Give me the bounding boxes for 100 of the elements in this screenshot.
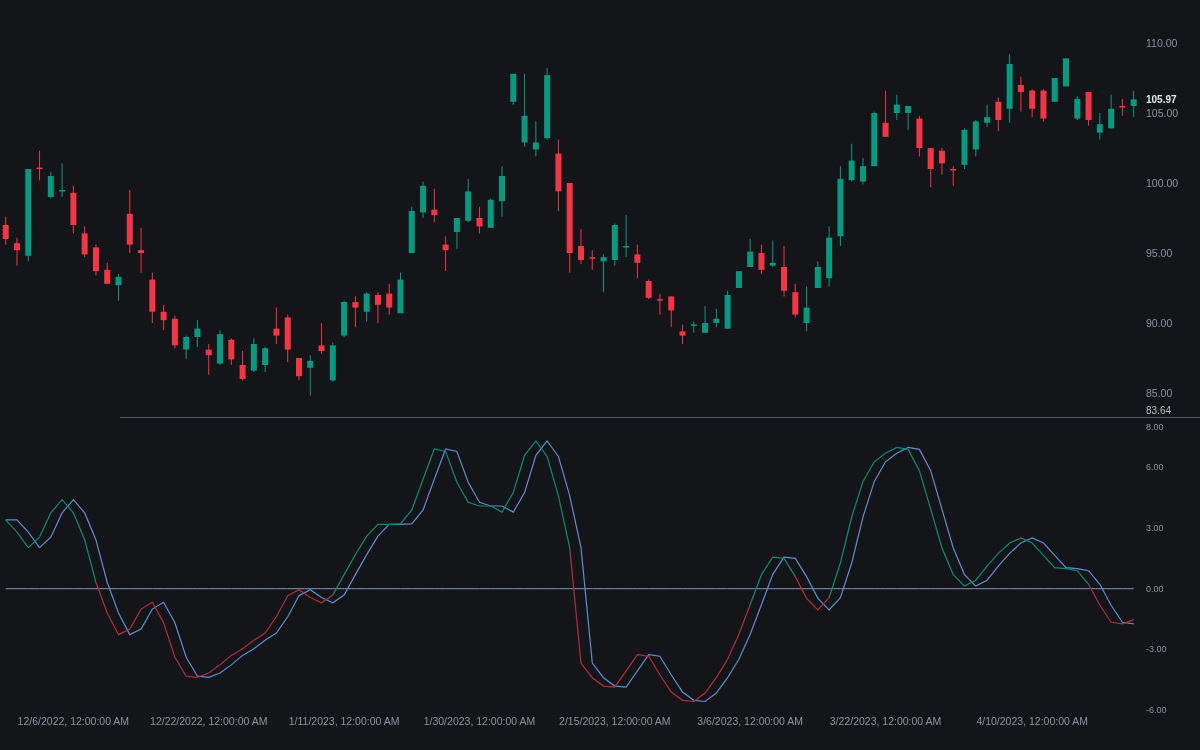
axis-tick-label: 8.00 xyxy=(1146,422,1164,432)
axis-tick-label: 0.00 xyxy=(1146,583,1164,594)
candle xyxy=(916,115,923,157)
candle xyxy=(487,197,494,229)
axis-tick-label: 3.00 xyxy=(1146,523,1164,534)
candle xyxy=(14,237,20,267)
candle xyxy=(138,227,145,274)
candle xyxy=(769,239,776,268)
candle xyxy=(893,94,900,121)
candle xyxy=(758,244,765,275)
candle xyxy=(532,120,539,157)
candle xyxy=(431,188,438,223)
candle xyxy=(183,335,190,360)
candle xyxy=(927,147,934,188)
candle xyxy=(352,295,359,328)
candle xyxy=(826,225,833,288)
candle xyxy=(194,319,201,348)
candle xyxy=(623,214,630,258)
candle xyxy=(1130,90,1137,118)
candle xyxy=(995,97,1002,132)
candle xyxy=(205,343,212,376)
candle xyxy=(713,308,720,328)
candle xyxy=(1017,76,1024,113)
candle xyxy=(1051,77,1058,103)
candle xyxy=(92,244,99,276)
candle xyxy=(905,105,912,131)
axis-tick-label: 100.00 xyxy=(1146,177,1179,189)
axis-tick-label: 1/11/2023, 12:00:00 AM xyxy=(288,715,400,727)
candle xyxy=(307,354,314,397)
axis-tick-label: 95.00 xyxy=(1146,247,1173,259)
candle xyxy=(442,235,449,272)
axis-tick-label: 110.00 xyxy=(1146,37,1178,49)
candle xyxy=(1074,95,1081,121)
last-price-label: 105.97 xyxy=(1146,94,1177,106)
axis-tick-label: 4/10/2023, 12:00:00 AM xyxy=(976,715,1088,727)
candle xyxy=(972,119,979,157)
candle xyxy=(104,262,111,285)
axis-tick-label: 85.00 xyxy=(1146,387,1173,399)
candle xyxy=(171,315,178,349)
candle xyxy=(860,157,866,185)
axis-tick-label: 90.00 xyxy=(1146,317,1173,329)
axis-tick-label: 3/22/2023, 12:00:00 AM xyxy=(829,715,942,727)
candle xyxy=(47,171,54,199)
candle xyxy=(36,150,43,181)
candle xyxy=(397,272,404,314)
candle xyxy=(984,104,991,128)
candle xyxy=(81,225,88,258)
candle xyxy=(228,337,235,366)
axis-tick-label: -6.00 xyxy=(1146,705,1167,715)
candle xyxy=(250,337,257,373)
candle xyxy=(115,273,122,302)
candle xyxy=(329,342,336,383)
candle xyxy=(589,249,596,271)
candle xyxy=(848,143,855,183)
candle xyxy=(217,329,223,366)
candle xyxy=(645,279,652,300)
candle xyxy=(792,283,799,318)
candle xyxy=(668,295,675,328)
candle xyxy=(273,307,280,345)
candle xyxy=(656,293,663,316)
candle xyxy=(724,290,731,330)
candle xyxy=(679,323,686,345)
candle xyxy=(814,260,821,289)
candle xyxy=(262,346,269,373)
candle xyxy=(781,245,787,297)
candle xyxy=(1085,91,1092,127)
axis-tick-label: 3/6/2023, 12:00:00 AM xyxy=(697,715,803,727)
candle xyxy=(149,272,156,324)
candle xyxy=(803,286,810,332)
candle xyxy=(871,111,878,167)
candle xyxy=(510,73,517,106)
axis-tick-label: 12/6/2022, 12:00:00 AM xyxy=(17,715,130,727)
candle xyxy=(453,217,460,250)
axis-tick-label: -3.00 xyxy=(1146,644,1167,655)
candle xyxy=(634,244,641,279)
candle xyxy=(1040,88,1047,122)
candle xyxy=(1006,53,1013,124)
candle xyxy=(611,223,618,267)
candle xyxy=(882,90,889,138)
candle xyxy=(465,178,472,223)
candle xyxy=(1029,88,1036,118)
candle xyxy=(1096,112,1103,141)
candle xyxy=(284,314,291,363)
candle xyxy=(318,322,325,355)
candle xyxy=(1119,98,1126,117)
candle xyxy=(961,127,968,170)
candle xyxy=(408,206,415,254)
candle xyxy=(1108,94,1115,129)
candle xyxy=(2,216,9,246)
candle xyxy=(126,189,133,254)
axis-tick-label: 2/15/2023, 12:00:00 AM xyxy=(559,715,671,727)
line-series xyxy=(5,440,1135,703)
price-level-label: 83.64 xyxy=(1146,405,1172,416)
candle xyxy=(420,181,427,219)
candle xyxy=(386,283,393,316)
candle xyxy=(1063,57,1069,87)
axis-tick-label: 12/22/2022, 12:00:00 AM xyxy=(150,715,268,727)
axis-tick-label: 105.00 xyxy=(1146,107,1179,119)
candle xyxy=(735,270,742,289)
candle xyxy=(70,185,77,234)
